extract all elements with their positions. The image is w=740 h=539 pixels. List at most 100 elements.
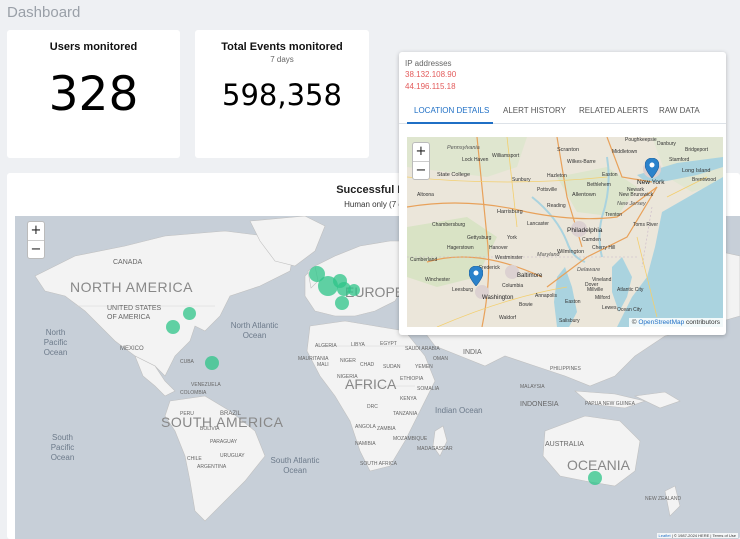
label-nigeria: NIGERIA xyxy=(337,374,358,380)
login-marker-caribbean[interactable] xyxy=(205,356,219,370)
login-marker-us-east[interactable] xyxy=(166,320,180,334)
place-scranton: Scranton xyxy=(557,147,580,153)
place-pennsylvania: Pennsylvania xyxy=(447,145,480,151)
label-usa: UNITED STATES OF AMERICA xyxy=(107,305,162,321)
label-angola: ANGOLA xyxy=(355,424,376,430)
label-algeria: ALGERIA xyxy=(315,343,337,349)
place-york: York xyxy=(507,235,517,241)
label-australia: AUSTRALIA xyxy=(545,441,584,448)
label-zambia: ZAMBIA xyxy=(377,426,396,432)
label-yemen: YEMEN xyxy=(415,364,433,370)
label-colombia: COLOMBIA xyxy=(180,390,207,396)
users-monitored-value: 328 xyxy=(48,67,139,122)
place-dover: Dover xyxy=(585,282,599,288)
label-namibia: NAMIBIA xyxy=(355,441,376,447)
label-mozambique: MOZAMBIQUE xyxy=(393,436,428,442)
ip-address-item[interactable]: 44.196.115.18 xyxy=(405,82,456,91)
place-hazleton: Hazleton xyxy=(547,173,567,179)
label-cuba: CUBA xyxy=(180,359,194,365)
place-hagerstown: Hagerstown xyxy=(447,245,474,251)
place-bridgeport: Bridgeport xyxy=(685,147,709,153)
place-columbia: Columbia xyxy=(502,283,524,289)
ip-address-item[interactable]: 38.132.108.90 xyxy=(405,70,456,79)
place-reading: Reading xyxy=(547,203,566,209)
label-sudan: SUDAN xyxy=(383,364,401,370)
place-leesburg: Leesburg xyxy=(452,287,473,293)
place-easton: Easton xyxy=(602,172,618,178)
detail-map-zoom-in-button[interactable]: + xyxy=(413,143,429,161)
label-egypt: EGYPT xyxy=(380,341,397,347)
place-state-college: State College xyxy=(437,172,471,178)
tab-related-alerts[interactable]: RELATED ALERTS xyxy=(579,106,648,115)
place-wilmington: Wilmington xyxy=(557,249,585,255)
location-detail-map[interactable]: New York Newark Bridgeport Stamford Long… xyxy=(407,137,723,327)
label-chile: CHILE xyxy=(187,456,202,462)
place-cumberland: Cumberland xyxy=(410,257,438,263)
users-monitored-label: Users monitored xyxy=(49,41,138,53)
label-south-atlantic: South Atlantic Ocean xyxy=(270,456,320,475)
login-marker-us-east[interactable] xyxy=(183,307,196,320)
label-chad: CHAD xyxy=(360,362,375,368)
label-south-america: SOUTH AMERICA xyxy=(161,414,284,430)
place-chambersburg: Chambersburg xyxy=(432,222,466,228)
place-new-york: New York xyxy=(637,179,665,186)
tab-location-details[interactable]: LOCATION DETAILS xyxy=(414,106,489,115)
place-atlantic-city: Atlantic City xyxy=(617,287,644,293)
label-philippines: PHILIPPINES xyxy=(550,366,581,372)
place-altoona: Altoona xyxy=(417,192,434,198)
place-lock-haven: Lock Haven xyxy=(462,157,489,163)
location-pin-icon[interactable] xyxy=(469,266,483,286)
label-oceania: OCEANIA xyxy=(567,457,631,473)
leaflet-link[interactable]: Leaflet xyxy=(659,533,671,538)
label-new-zealand: NEW ZEALAND xyxy=(645,496,682,502)
place-middletown: Middletown xyxy=(612,149,638,155)
place-brentwood: Brentwood xyxy=(692,177,716,183)
world-map-zoom-in-button[interactable]: + xyxy=(28,222,44,240)
login-details-popup: IP addresses 38.132.108.90 44.196.115.18… xyxy=(399,52,726,335)
detail-map-attribution: © OpenStreetMap contributors xyxy=(628,318,723,327)
ip-addresses-label: IP addresses xyxy=(405,59,452,68)
place-easton-md: Easton xyxy=(565,299,581,305)
place-long-island: Long Island xyxy=(682,168,711,174)
place-ocean-city: Ocean City xyxy=(617,307,642,313)
tab-raw-data[interactable]: RAW DATA xyxy=(659,106,700,115)
label-ethiopia: ETHIOPIA xyxy=(400,376,424,382)
here-attribution[interactable]: | © 1987-2024 HERE | Terms of Use xyxy=(672,533,736,538)
total-events-period: 7 days xyxy=(270,55,294,64)
world-map-attribution: Leaflet | © 1987-2024 HERE | Terms of Us… xyxy=(656,533,738,538)
location-pin-icon[interactable] xyxy=(645,158,659,178)
detail-map-zoom-control: + − xyxy=(412,142,430,180)
detail-map-zoom-out-button[interactable]: − xyxy=(413,161,429,179)
tab-alert-history[interactable]: ALERT HISTORY xyxy=(503,106,566,115)
place-washington: Washington xyxy=(482,295,514,301)
page-title: Dashboard xyxy=(7,4,81,21)
label-saudi: SAUDI ARABIA xyxy=(405,346,440,352)
place-lancaster: Lancaster xyxy=(527,221,549,227)
attribution-copyright: © xyxy=(631,319,637,326)
place-waldorf: Waldorf xyxy=(499,315,517,321)
place-allentown: Allentown xyxy=(572,192,596,198)
label-south-africa: SOUTH AFRICA xyxy=(360,461,397,467)
world-map-zoom-out-button[interactable]: − xyxy=(28,240,44,258)
label-kenya: KENYA xyxy=(400,396,417,402)
openstreetmap-link[interactable]: OpenStreetMap xyxy=(638,319,684,326)
place-pottsville: Pottsville xyxy=(537,187,558,193)
place-milford: Milford xyxy=(595,295,611,301)
place-bethlehem: Bethlehem xyxy=(587,182,611,188)
label-papua: PAPUA NEW GUINEA xyxy=(585,401,635,407)
label-niger: NIGER xyxy=(340,358,356,364)
place-poughkeepsie: Poughkeepsie xyxy=(625,137,657,143)
label-libya: LIBYA xyxy=(351,342,365,348)
label-mali: MALI xyxy=(317,362,329,368)
login-marker-australia[interactable] xyxy=(588,471,602,485)
place-lewes: Lewes xyxy=(602,305,617,311)
place-williamsport: Williamsport xyxy=(492,153,520,159)
place-salisbury: Salisbury xyxy=(559,318,580,324)
login-marker-europe[interactable] xyxy=(348,284,360,296)
place-toms-river: Toms River xyxy=(633,222,659,228)
label-south-pacific: South Pacific Ocean xyxy=(50,433,75,462)
login-marker-europe[interactable] xyxy=(335,296,349,310)
place-harrisburg: Harrisburg xyxy=(497,209,523,215)
label-tanzania: TANZANIA xyxy=(393,411,418,417)
place-gettysburg: Gettysburg xyxy=(467,235,492,241)
